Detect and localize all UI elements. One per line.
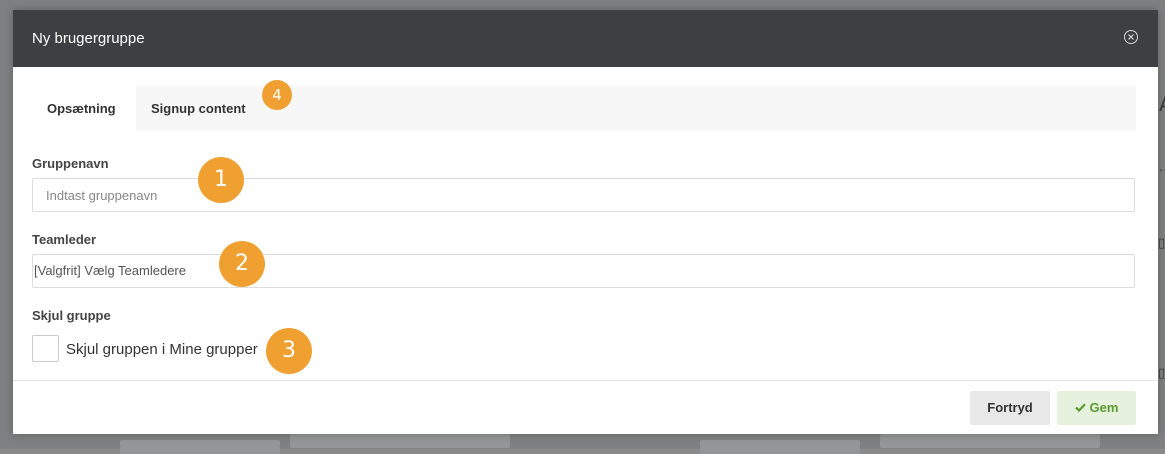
hide-group-checkbox[interactable] <box>32 335 59 362</box>
hide-group-label: Skjul gruppe <box>32 308 111 323</box>
background-row <box>700 440 860 454</box>
group-name-label: Gruppenavn <box>32 156 109 171</box>
background-text-fragment: A <box>1159 92 1165 116</box>
step-badge-1: 1 <box>198 157 244 203</box>
tab-setup[interactable]: Opsætning <box>32 86 136 131</box>
team-leader-label: Teamleder <box>32 232 97 247</box>
background-trash-icon: ▯ <box>1158 366 1165 381</box>
hide-group-checkbox-label[interactable]: Skjul gruppen i Mine grupper <box>66 341 258 358</box>
dialog-header: Ny brugergruppe <box>13 10 1158 67</box>
step-badge-2: 2 <box>219 241 265 287</box>
footer-divider <box>13 380 1158 381</box>
background-ellipsis-icon: … <box>1159 160 1165 174</box>
cancel-button[interactable]: Fortryd <box>970 391 1050 425</box>
background-row <box>290 434 510 448</box>
new-user-group-dialog: Ny brugergruppe Opsætning Signup content… <box>13 10 1158 434</box>
team-leader-select[interactable]: [Valgfrit] Vælg Teamledere <box>32 254 1135 288</box>
step-badge-4: 4 <box>262 80 292 110</box>
background-row <box>880 434 1100 448</box>
save-button[interactable]: Gem <box>1057 391 1136 425</box>
step-badge-3: 3 <box>266 328 312 374</box>
tab-bar: Opsætning Signup content <box>32 86 1136 131</box>
team-leader-selected-value: [Valgfrit] Vælg Teamledere <box>34 263 186 278</box>
background-row <box>120 440 280 454</box>
background-trash-icon: ▯ <box>1158 236 1165 251</box>
save-button-label: Gem <box>1089 400 1119 415</box>
checkmark-icon <box>1074 391 1086 425</box>
dialog-title: Ny brugergruppe <box>32 30 145 47</box>
tab-signup-content[interactable]: Signup content <box>136 86 261 131</box>
close-icon[interactable] <box>1124 30 1138 44</box>
